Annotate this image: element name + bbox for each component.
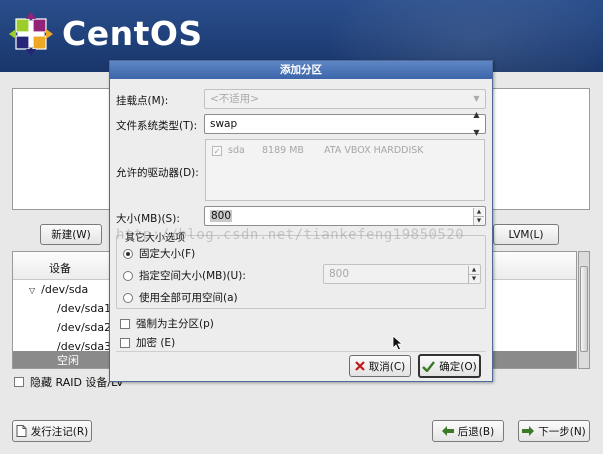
force-primary-checkbox[interactable] [120, 318, 130, 329]
drive-row: ✓ sda 8189 MB ATA VBOX HARDDISK [212, 145, 424, 156]
hide-raid-checkbox-row[interactable]: 隐藏 RAID 设备/LV [14, 374, 124, 390]
size-input-value[interactable]: 800 [210, 210, 233, 222]
allowed-drives-label: 允许的驱动器(D): [116, 167, 199, 179]
other-size-options-label: 其它大小选项 [123, 229, 187, 244]
scrollbar-thumb[interactable] [580, 266, 588, 352]
updown-arrow-icon: ▲ ▼ [473, 110, 480, 137]
logo-text: CentOS [62, 14, 203, 53]
max-size-spinbox: 800 ▲ ▼ [323, 264, 481, 284]
encrypt-checkbox[interactable] [120, 337, 130, 348]
lvm-button[interactable]: LVM(L) [493, 224, 559, 245]
dialog-title: 添加分区 [110, 61, 492, 79]
x-icon [354, 361, 365, 371]
fixed-size-radio-row[interactable]: 固定大小(F) [123, 246, 195, 261]
add-partition-dialog: 添加分区 挂载点(M): <不适用> ▼ 文件系统类型(T): swap ▲ ▼ … [109, 60, 493, 382]
hide-raid-checkbox[interactable] [14, 377, 24, 387]
max-size-spin-buttons: ▲ ▼ [468, 266, 479, 283]
spin-down-icon[interactable]: ▼ [473, 216, 484, 225]
centos-logo-icon [9, 12, 53, 56]
max-size-radio-row[interactable]: 指定空间大小(MB)(U): [123, 268, 246, 283]
arrow-left-icon [441, 426, 454, 436]
mount-point-combo: <不适用> ▼ [204, 89, 486, 109]
mount-point-label: 挂载点(M): [116, 95, 169, 107]
spin-up-icon: ▲ [468, 266, 479, 274]
new-partition-button[interactable]: 新建(W) [40, 224, 102, 245]
release-notes-button[interactable]: 发行注记(R) [12, 420, 92, 442]
spin-up-icon[interactable]: ▲ [473, 208, 484, 216]
device-column-header[interactable]: 设备 [49, 260, 71, 276]
chevron-down-icon: ▼ [473, 94, 480, 103]
arrow-right-icon [522, 426, 535, 436]
encrypt-row[interactable]: 加密 (E) [120, 335, 175, 350]
back-button[interactable]: 后退(B) [432, 420, 504, 442]
size-spin-buttons[interactable]: ▲ ▼ [473, 208, 484, 225]
other-size-options-group: 其它大小选项 固定大小(F) 指定空间大小(MB)(U): 800 ▲ ▼ 使用全… [116, 229, 486, 309]
size-label: 大小(MB)(S): [116, 213, 180, 225]
tree-scrollbar[interactable] [578, 251, 590, 369]
fs-type-label: 文件系统类型(T): [116, 120, 198, 132]
size-spinbox[interactable]: 800 ▲ ▼ [204, 206, 486, 226]
spin-down-icon: ▼ [468, 274, 479, 283]
fill-all-radio-row[interactable]: 使用全部可用空间(a) [123, 290, 238, 305]
fixed-size-radio[interactable] [123, 248, 133, 259]
mouse-cursor-icon [392, 335, 404, 351]
fs-type-select[interactable]: swap ▲ ▼ [204, 110, 486, 137]
cancel-button[interactable]: 取消(C) [349, 355, 411, 377]
fill-all-radio[interactable] [123, 292, 133, 303]
ok-button[interactable]: 确定(O) [418, 354, 481, 378]
next-button[interactable]: 下一步(N) [518, 420, 590, 442]
expander-arrow-icon[interactable]: ▽ [29, 286, 35, 295]
document-icon [16, 425, 27, 437]
force-primary-row[interactable]: 强制为主分区(p) [120, 316, 214, 331]
max-size-radio[interactable] [123, 270, 133, 281]
checkmark-icon [422, 360, 436, 372]
allowed-drives-list: ✓ sda 8189 MB ATA VBOX HARDDISK [205, 139, 485, 201]
drive-checkbox: ✓ [212, 145, 222, 156]
dialog-separator [116, 351, 486, 352]
